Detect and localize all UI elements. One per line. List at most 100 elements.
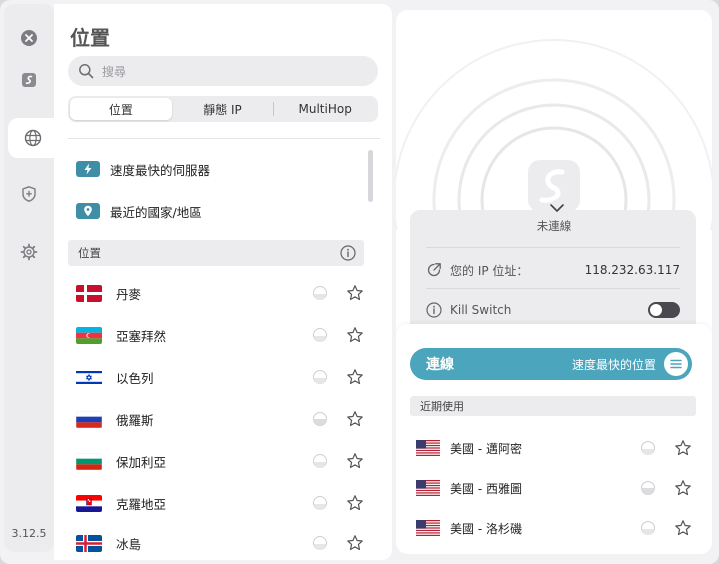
search-input[interactable]: 搜尋 [68, 56, 378, 86]
search-placeholder: 搜尋 [102, 64, 127, 79]
connect-sheet: 連線 速度最快的位置 近期使用 美國 - 邁阿密 美國 - 西雅圖 美國 - 洛… [396, 324, 712, 554]
croatia-flag-icon [76, 494, 102, 512]
info-icon[interactable] [426, 302, 442, 318]
server-load-icon [641, 441, 655, 455]
connect-button[interactable]: 連線 速度最快的位置 [410, 348, 692, 380]
recent-location-name: 美國 - 西雅圖 [450, 481, 522, 496]
shield-plus-icon [22, 186, 36, 202]
country-name: 克羅地亞 [116, 496, 167, 512]
list-item[interactable]: 冰島 [68, 528, 364, 558]
recent-location-name: 美國 - 邁阿密 [450, 441, 522, 456]
recent-header: 近期使用 [410, 396, 696, 416]
server-load-icon [313, 536, 327, 550]
sidebar-rail: 3.12.5 [4, 4, 58, 552]
kill-switch-row: Kill Switch [426, 300, 680, 320]
russia-flag-icon [76, 410, 102, 428]
location-tabs: 位置 靜態 IP MultiHop [68, 96, 378, 122]
external-link-icon [427, 263, 441, 277]
bulgaria-flag-icon [76, 452, 102, 470]
list-item[interactable]: 亞塞拜然 [68, 320, 364, 350]
recent-item[interactable]: 美國 - 邁阿密 [416, 436, 692, 460]
sidebar-item-locations[interactable] [8, 118, 58, 158]
search-icon [79, 64, 94, 79]
tab-multihop[interactable]: MultiHop [274, 98, 376, 120]
server-load-icon [313, 454, 327, 468]
usa-flag-icon [416, 440, 440, 456]
ip-value: 118.232.63.117 [584, 263, 680, 277]
list-item[interactable]: 丹麥 [68, 278, 364, 308]
list-item[interactable]: 克羅地亞 [68, 488, 364, 518]
star-icon[interactable] [346, 452, 364, 470]
kill-switch-label: Kill Switch [450, 303, 512, 317]
nearest-country-label: 最近的國家/地區 [110, 204, 202, 220]
server-load-icon [313, 496, 327, 510]
iceland-flag-icon [76, 534, 102, 552]
locations-section-header: 位置 [68, 240, 364, 266]
ip-address-row: 您的 IP 位址： 118.232.63.117 [426, 260, 680, 280]
recent-item[interactable]: 美國 - 西雅圖 [416, 476, 692, 500]
fastest-server-item[interactable]: 速度最快的伺服器 [76, 158, 210, 180]
usa-flag-icon [416, 520, 440, 536]
star-icon[interactable] [346, 534, 364, 552]
azerbaijan-flag-icon [76, 326, 102, 344]
info-icon[interactable] [340, 245, 356, 261]
sidebar-item-security[interactable] [4, 174, 54, 214]
star-icon[interactable] [346, 410, 364, 428]
divider [68, 138, 380, 139]
list-item[interactable]: 俄羅斯 [68, 404, 364, 434]
section-title: 位置 [78, 246, 101, 260]
connect-label: 連線 [426, 357, 454, 373]
divider [426, 247, 680, 248]
server-load-icon [313, 286, 327, 300]
tab-static-ip[interactable]: 靜態 IP [172, 98, 274, 120]
scrollbar[interactable] [368, 150, 373, 202]
page-title: 位置 [70, 26, 110, 50]
divider [426, 288, 680, 289]
server-load-icon [313, 412, 327, 426]
fastest-server-label: 速度最快的伺服器 [110, 162, 211, 178]
location-pin-icon [76, 203, 100, 219]
star-icon[interactable] [674, 439, 692, 457]
country-name: 亞塞拜然 [116, 328, 167, 344]
nearest-country-item[interactable]: 最近的國家/地區 [76, 200, 202, 222]
bolt-icon [76, 161, 100, 177]
star-icon[interactable] [674, 519, 692, 537]
location-menu-button[interactable] [664, 352, 688, 376]
gear-icon [20, 243, 38, 261]
kill-switch-toggle[interactable] [648, 302, 680, 318]
sidebar-item-home[interactable] [4, 60, 54, 100]
app-window: 3.12.5 位置 搜尋 位置 靜態 IP MultiHop 速度最快的伺服器 [0, 0, 719, 564]
close-button[interactable] [4, 18, 54, 58]
list-item[interactable]: 保加利亞 [68, 446, 364, 476]
connection-panel: 未連線 您的 IP 位址： 118.232.63.117 Kill Switch [396, 10, 712, 554]
locations-panel: 位置 搜尋 位置 靜態 IP MultiHop 速度最快的伺服器 最近的國家/地… [54, 4, 392, 560]
app-version: 3.12.5 [11, 527, 47, 540]
denmark-flag-icon [76, 284, 102, 302]
star-icon[interactable] [674, 479, 692, 497]
server-load-icon [641, 481, 655, 495]
country-name: 丹麥 [116, 286, 142, 302]
country-name: 保加利亞 [116, 454, 167, 470]
usa-flag-icon [416, 480, 440, 496]
star-icon[interactable] [346, 494, 364, 512]
country-name: 俄羅斯 [116, 412, 154, 428]
globe-icon [24, 129, 42, 147]
recent-location-name: 美國 - 洛杉磯 [450, 521, 522, 536]
connect-location: 速度最快的位置 [571, 357, 656, 372]
tab-locations[interactable]: 位置 [70, 98, 172, 120]
menu-icon [670, 359, 682, 369]
star-icon[interactable] [346, 368, 364, 386]
star-icon[interactable] [346, 284, 364, 302]
star-icon[interactable] [346, 326, 364, 344]
list-item[interactable]: 以色列 [68, 362, 364, 392]
country-name: 以色列 [116, 370, 154, 386]
israel-flag-icon [76, 368, 102, 386]
server-load-icon [641, 521, 655, 535]
surfshark-logo-icon [22, 73, 36, 87]
ip-label: 您的 IP 位址： [450, 263, 529, 278]
sidebar-item-settings[interactable] [4, 232, 54, 272]
connection-status: 未連線 [536, 219, 572, 233]
recent-item[interactable]: 美國 - 洛杉磯 [416, 516, 692, 540]
server-load-icon [313, 328, 327, 342]
close-icon [21, 30, 37, 46]
